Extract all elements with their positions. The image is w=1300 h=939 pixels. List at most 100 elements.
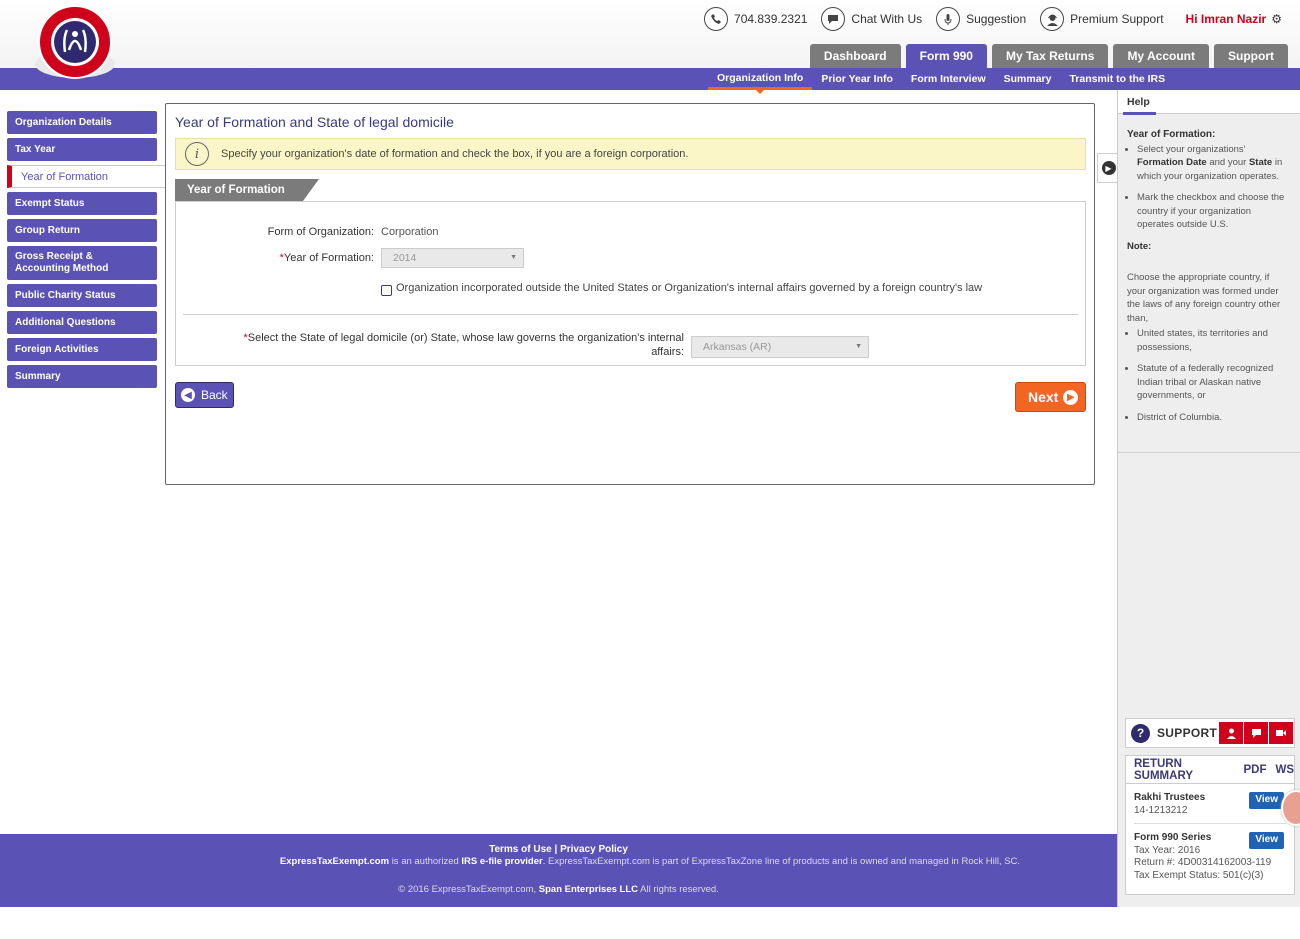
year-select-value: 2014 <box>393 252 417 264</box>
footer: Terms of Use | Privacy Policy ExpressTax… <box>0 834 1117 907</box>
exempt-status: Tax Exempt Status: 501(c)(3) <box>1134 869 1264 881</box>
help-tab[interactable]: Help <box>1123 96 1156 115</box>
support-box: ? SUPPORT <box>1125 718 1295 748</box>
state-select-value: Arkansas (AR) <box>703 341 772 353</box>
arrow-right-icon: ▶ <box>1063 389 1079 405</box>
sidebar-item-organization-details[interactable]: Organization Details <box>7 111 157 134</box>
chat-icon[interactable] <box>1244 722 1268 744</box>
sidebar-item-gross-receipt[interactable]: Gross Receipt & Accounting Method <box>7 246 157 280</box>
premium-support-link[interactable]: Premium Support <box>1040 7 1164 31</box>
section-tab: Year of Formation <box>175 179 319 201</box>
header: 704.839.2321 Chat With Us Suggestion Pre… <box>0 0 1300 79</box>
sub-navigation: Organization Info Prior Year Info Form I… <box>0 68 1300 94</box>
next-button[interactable]: Next ▶ <box>1015 382 1086 412</box>
help-note-item: District of Columbia. <box>1137 411 1290 425</box>
help-note-item: Statute of a federally recognized Indian… <box>1137 362 1290 403</box>
main-panel: Year of Formation and State of legal dom… <box>165 103 1095 485</box>
tab-form-990[interactable]: Form 990 <box>905 44 987 68</box>
help-content: Year of Formation: Select your organizat… <box>1118 114 1300 424</box>
caret-down-icon: ▼ <box>855 343 862 350</box>
form-org-value: Corporation <box>381 226 439 238</box>
tab-support[interactable]: Support <box>1214 44 1288 68</box>
state-label: *Select the State of legal domicile (or)… <box>186 331 684 359</box>
help-note-item: United states, its territories and posse… <box>1137 327 1290 354</box>
help-note-title: Note: <box>1127 240 1152 252</box>
form-org-label: Form of Organization: <box>267 226 374 238</box>
sidebar-item-summary[interactable]: Summary <box>7 365 157 388</box>
info-icon: i <box>185 142 209 166</box>
question-icon: ? <box>1131 723 1150 743</box>
back-button[interactable]: ◀ Back <box>175 382 234 408</box>
subnav-summary[interactable]: Summary <box>995 68 1061 90</box>
chat-link[interactable]: Chat With Us <box>821 7 922 31</box>
state-select[interactable]: Arkansas (AR) ▼ <box>691 336 869 358</box>
foreign-checkbox-label: Organization incorporated outside the Un… <box>396 282 983 294</box>
sidebar-item-group-return[interactable]: Group Return <box>7 219 157 242</box>
foreign-checkbox[interactable] <box>381 285 392 296</box>
sidebar-item-tax-year[interactable]: Tax Year <box>7 138 157 161</box>
sidebar-item-public-charity-status[interactable]: Public Charity Status <box>7 284 157 307</box>
sidebar-item-additional-questions[interactable]: Additional Questions <box>7 311 157 334</box>
user-greeting[interactable]: Hi Imran Nazir <box>1186 12 1267 26</box>
return-summary-header: RETURN SUMMARY PDF WS <box>1126 756 1294 784</box>
privacy-link[interactable]: Privacy Policy <box>560 844 628 855</box>
suggestion-link[interactable]: Suggestion <box>936 7 1026 31</box>
help-bullet-2: Mark the checkbox and choose the country… <box>1137 191 1290 232</box>
main-tabs: Dashboard Form 990 My Tax Returns My Acc… <box>805 44 1288 68</box>
support-actions <box>1218 722 1293 744</box>
support-label: SUPPORT <box>1157 726 1218 740</box>
video-icon[interactable] <box>1269 722 1293 744</box>
pdf-link[interactable]: PDF <box>1243 764 1266 776</box>
terms-link[interactable]: Terms of Use <box>489 844 552 855</box>
return-summary: RETURN SUMMARY PDF WS Rakhi Trustees 14-… <box>1125 755 1295 895</box>
subnav-prior-year-info[interactable]: Prior Year Info <box>812 68 902 90</box>
divider <box>183 314 1078 315</box>
view-org-button[interactable]: View <box>1249 792 1284 809</box>
year-select[interactable]: 2014 ▼ <box>381 248 524 268</box>
sidebar: Organization Details Tax Year Year of Fo… <box>7 111 167 392</box>
help-divider <box>1118 452 1300 453</box>
arrow-left-icon: ◀ <box>181 388 195 402</box>
info-bar: i Specify your organization's date of fo… <box>175 138 1086 170</box>
state-label-line1: Select the State of legal domicile (or) … <box>247 332 684 344</box>
info-text: Specify your organization's date of form… <box>221 148 689 160</box>
user-icon[interactable] <box>1219 722 1243 744</box>
help-note-text: Choose the appropriate country, if your … <box>1127 272 1281 324</box>
page-title: Year of Formation and State of legal dom… <box>175 114 454 130</box>
top-links: 704.839.2321 Chat With Us Suggestion Pre… <box>690 6 1282 32</box>
express-tax-exempt-logo[interactable] <box>33 2 117 82</box>
tab-my-tax-returns[interactable]: My Tax Returns <box>991 44 1109 68</box>
year-label: *Year of Formation: <box>186 252 374 264</box>
suggestion-label: Suggestion <box>966 12 1027 26</box>
sidebar-item-year-of-formation[interactable]: Year of Formation <box>7 165 167 188</box>
view-form-button[interactable]: View <box>1249 832 1284 849</box>
help-toggle[interactable]: ▶ <box>1097 153 1119 183</box>
footer-separator: | <box>554 844 558 855</box>
sidebar-item-foreign-activities[interactable]: Foreign Activities <box>7 338 157 361</box>
arrow-right-circle-icon: ▶ <box>1101 161 1116 175</box>
subnav-form-interview[interactable]: Form Interview <box>902 68 995 90</box>
suggestion-icon <box>936 7 961 31</box>
phone-number: 704.839.2321 <box>734 12 808 26</box>
phone-link[interactable]: 704.839.2321 <box>704 7 807 31</box>
support-agent-icon <box>1040 7 1065 31</box>
return-number: Return #: 4D00314162003-119 <box>1134 857 1272 868</box>
phone-icon <box>704 7 729 31</box>
subnav-organization-info[interactable]: Organization Info <box>708 68 813 94</box>
return-summary-title: RETURN SUMMARY <box>1134 757 1193 782</box>
form-section: Form of Organization: Corporation *Year … <box>175 201 1086 366</box>
state-label-line2: affairs: <box>651 346 684 358</box>
chat-icon <box>821 7 846 31</box>
footer-links: Terms of Use | Privacy Policy <box>0 844 1117 855</box>
tab-dashboard[interactable]: Dashboard <box>809 44 901 68</box>
next-button-label: Next <box>1028 389 1059 405</box>
tab-my-account[interactable]: My Account <box>1113 44 1209 68</box>
ws-link[interactable]: WS <box>1275 764 1294 776</box>
subnav-transmit-irs[interactable]: Transmit to the IRS <box>1060 68 1174 90</box>
sidebar-item-exempt-status[interactable]: Exempt Status <box>7 192 157 215</box>
back-button-label: Back <box>201 388 228 402</box>
gear-icon[interactable]: ⚙ <box>1271 12 1282 26</box>
chat-label: Chat With Us <box>851 12 923 26</box>
form-entry: Form 990 Series Tax Year: 2016 Return #:… <box>1126 824 1294 882</box>
help-bullet-1: Select your organizations' Formation Dat… <box>1137 143 1290 184</box>
